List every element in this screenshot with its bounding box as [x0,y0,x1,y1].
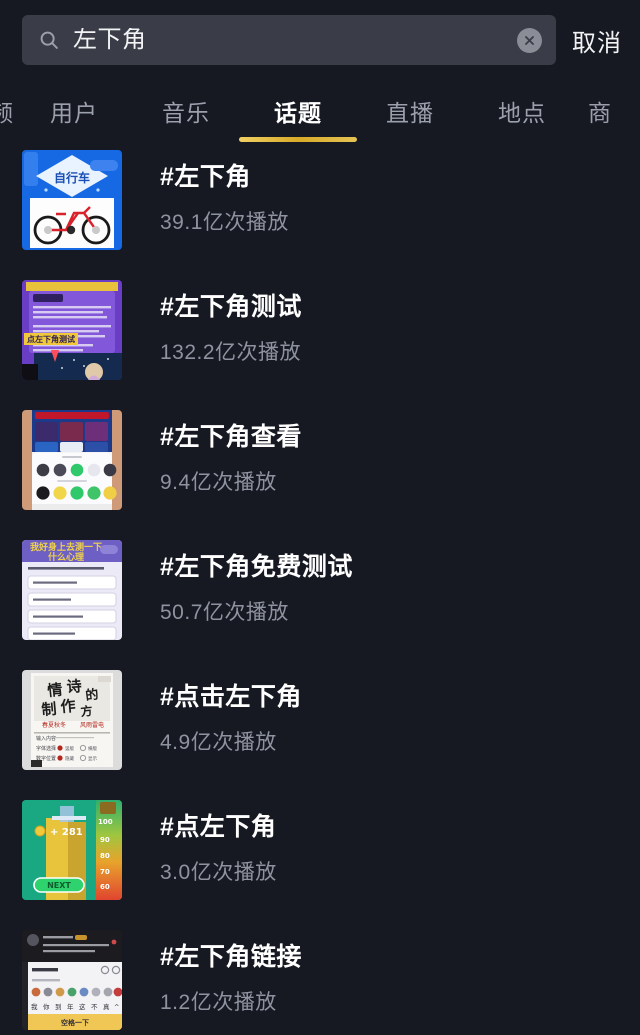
topic-title: #左下角 [160,163,251,191]
list-item[interactable]: #左下角查看 9.4亿次播放 [0,410,640,540]
svg-text:显示: 显示 [88,756,97,762]
tab-places[interactable]: 地点 [466,80,578,142]
topic-title: #左下角链接 [160,943,302,971]
svg-text:风雨雷电: 风雨雷电 [80,721,104,729]
topic-play-count: 9.4亿次播放 [160,471,277,494]
svg-text:方: 方 [80,703,94,719]
list-item-text: #点击左下角 4.9亿次播放 [122,670,640,755]
thumbnail-tower-game[interactable]: 100 90 80 70 60 + 281 NEXT [22,800,122,900]
topic-title: #点左下角 [160,813,277,841]
thumbnail-multiple-choice-quiz[interactable]: 我好身上去测一下 什么心理 [22,540,122,640]
search-header: 左下角 取消 [0,0,640,80]
thumbnail-comment-keyboard[interactable]: 我你 到年 这不 真 ^ 空格一下 [22,930,122,1030]
svg-text:80: 80 [100,852,110,860]
list-item[interactable]: 自行车 #左下角 39.1亿次播放 [0,150,640,280]
search-category-tabbar[interactable]: 频 用户 音乐 话题 直播 地点 商 [0,80,640,142]
svg-text:什么心理: 什么心理 [48,551,84,563]
svg-text:90: 90 [100,836,110,844]
svg-text:你: 你 [43,1002,50,1011]
tab-video-partial[interactable]: 频 [0,80,18,142]
svg-text:100: 100 [98,818,113,826]
svg-text:真: 真 [103,1002,110,1011]
topic-title: #左下角测试 [160,293,302,321]
svg-text:我: 我 [31,1002,38,1011]
active-tab-indicator [239,137,357,142]
thumbnail-share-sheet-phone[interactable] [22,410,122,510]
cancel-button[interactable]: 取消 [570,23,622,58]
tab-live[interactable]: 直播 [354,80,466,142]
search-input-value: 左下角 [73,28,147,52]
svg-text:诗: 诗 [66,677,82,696]
svg-text:制: 制 [41,700,58,719]
svg-text:不: 不 [91,1003,98,1011]
list-item-text: #点左下角 3.0亿次播放 [122,800,640,885]
svg-text:年: 年 [67,1002,74,1011]
svg-text:空格一下: 空格一下 [61,1018,89,1027]
svg-text:^: ^ [114,1003,119,1011]
tab-products-partial[interactable]: 商 [578,80,612,142]
tab-music[interactable]: 音乐 [130,80,242,142]
list-item[interactable]: 我你 到年 这不 真 ^ 空格一下 #左下角链接 1.2亿次播放 [0,930,640,1035]
list-item-text: #左下角链接 1.2亿次播放 [122,930,640,1015]
topic-play-count: 132.2亿次播放 [160,341,302,364]
svg-text:点左下角测试: 点左下角测试 [27,334,75,344]
list-item-text: #左下角查看 9.4亿次播放 [122,410,640,495]
svg-text:这: 这 [79,1002,86,1011]
topic-play-count: 1.2亿次播放 [160,991,277,1014]
svg-text:到: 到 [55,1003,62,1011]
topic-title: #左下角免费测试 [160,553,353,581]
svg-text:的: 的 [85,687,100,704]
svg-text:+ 281: + 281 [50,827,83,838]
svg-text:NEXT: NEXT [47,881,71,890]
svg-text:60: 60 [100,883,110,891]
topic-play-count: 50.7亿次播放 [160,601,289,624]
list-item[interactable]: 我好身上去测一下 什么心理 #左下角免费测试 50.7亿次播放 [0,540,640,670]
list-item-text: #左下角免费测试 50.7亿次播放 [122,540,640,625]
list-item[interactable]: 100 90 80 70 60 + 281 NEXT #点左下角 3.0亿次播放 [0,800,640,930]
topic-title: #左下角查看 [160,423,302,451]
thumbnail-purple-quiz[interactable]: 点左下角测试 [22,280,122,380]
svg-text:输入内容: 输入内容 [36,735,56,742]
svg-text:竖版: 竖版 [65,745,74,752]
svg-text:隐藏: 隐藏 [65,755,74,762]
tab-topics[interactable]: 话题 [242,80,354,142]
svg-text:横版: 横版 [88,745,97,752]
svg-text:自行车: 自行车 [54,170,90,185]
thumbnail-bicycle-promo[interactable]: 自行车 [22,150,122,250]
svg-text:70: 70 [100,868,110,876]
list-item[interactable]: 情 诗 的 制 作 方 春夏秋冬 风雨雷电 输入内容 字体选择 数字位置 竖版 … [0,670,640,800]
topic-title: #点击左下角 [160,683,302,711]
topic-play-count: 3.0亿次播放 [160,861,277,884]
svg-text:我好身上去测一下: 我好身上去测一下 [30,541,102,553]
topic-play-count: 4.9亿次播放 [160,731,277,754]
topic-result-list: 自行车 #左下角 39.1亿次播放 点左下角测试 #左下角测试 132.2亿次播… [0,142,640,1035]
svg-text:作: 作 [60,697,77,716]
list-item-text: #左下角测试 132.2亿次播放 [122,280,640,365]
svg-text:字体选择: 字体选择 [36,745,56,752]
svg-text:春夏秋冬: 春夏秋冬 [42,721,66,729]
clear-search-icon[interactable] [517,27,542,53]
search-input[interactable]: 左下角 [22,15,556,65]
topic-play-count: 39.1亿次播放 [160,211,289,234]
list-item-text: #左下角 39.1亿次播放 [122,150,640,235]
thumbnail-calligraphy-poem[interactable]: 情 诗 的 制 作 方 春夏秋冬 风雨雷电 输入内容 字体选择 数字位置 竖版 … [22,670,122,770]
list-item[interactable]: 点左下角测试 #左下角测试 132.2亿次播放 [0,280,640,410]
search-icon [38,29,60,51]
tab-users[interactable]: 用户 [18,80,130,142]
